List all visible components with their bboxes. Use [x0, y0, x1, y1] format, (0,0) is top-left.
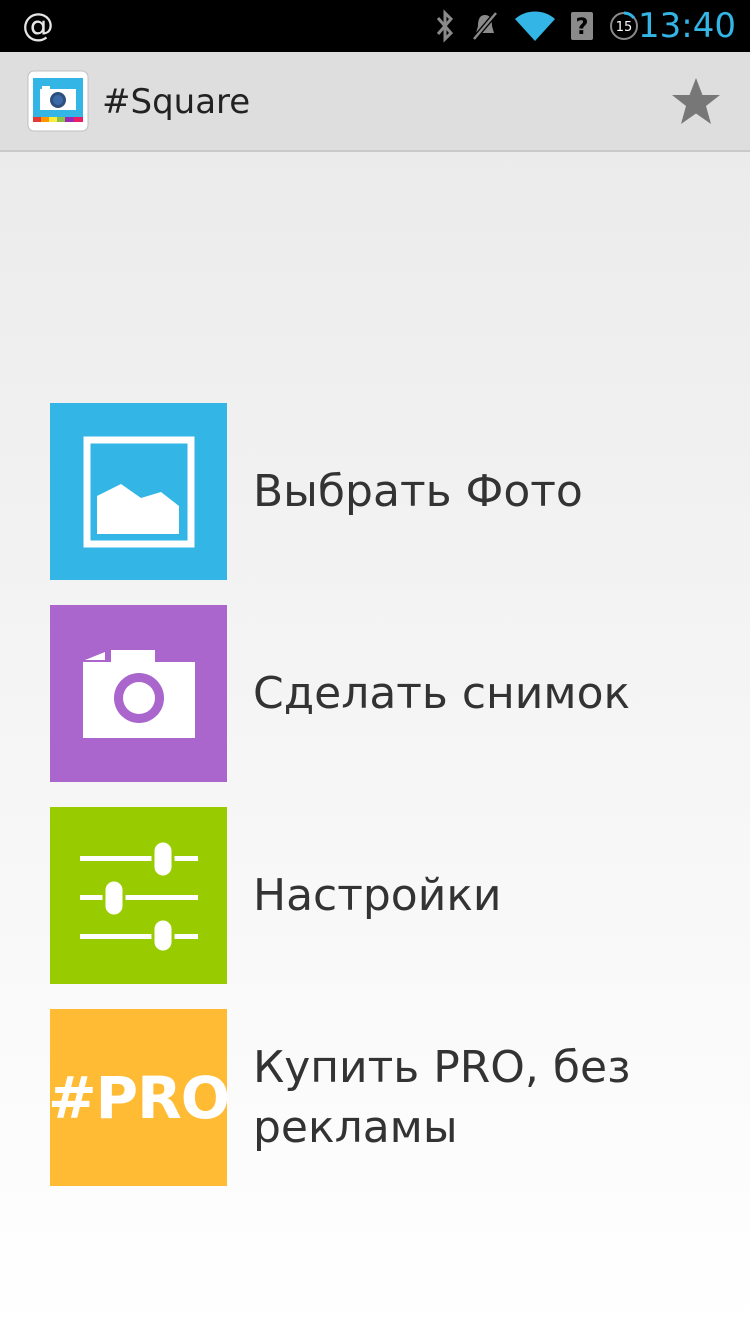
buy-pro-tile[interactable]: #PRO — [47, 1009, 230, 1186]
main-menu: Выбрать Фото Сделать снимок Настройки #P… — [47, 403, 730, 1211]
choose-photo-tile[interactable] — [50, 403, 227, 580]
camera-icon — [82, 649, 195, 738]
menu-item-buy-pro[interactable]: #PRO Купить PRO, без рекламы — [47, 1009, 730, 1186]
no-signal-icon: ? — [571, 12, 593, 40]
wifi-icon — [515, 11, 555, 41]
pro-badge: #PRO — [47, 1063, 230, 1132]
choose-photo-label: Выбрать Фото — [253, 465, 583, 517]
picture-icon — [83, 436, 194, 547]
clock: 13:40 — [638, 6, 736, 46]
svg-text:?: ? — [576, 15, 589, 40]
muted-icon — [472, 11, 498, 41]
take-photo-label: Сделать снимок — [253, 667, 631, 719]
battery-icon: 15 — [610, 11, 638, 40]
status-icons: ? 15 — [434, 8, 640, 44]
menu-item-take-photo[interactable]: Сделать снимок — [50, 605, 730, 782]
battery-level: 15 — [616, 20, 633, 35]
app-icon[interactable] — [27, 70, 89, 132]
menu-item-choose-photo[interactable]: Выбрать Фото — [50, 403, 730, 580]
sliders-icon — [79, 839, 198, 952]
take-photo-tile[interactable] — [50, 605, 227, 782]
status-bar: @ ? 15 13:40 — [0, 0, 750, 52]
bluetooth-icon — [436, 9, 454, 43]
action-bar: #Square — [0, 52, 750, 152]
star-icon[interactable] — [670, 76, 722, 128]
app-title: #Square — [102, 82, 251, 122]
buy-pro-label: Купить PRO, без рекламы — [253, 1041, 631, 1153]
settings-label: Настройки — [253, 869, 502, 921]
notification-at-icon: @ — [22, 6, 54, 44]
settings-tile[interactable] — [50, 807, 227, 984]
menu-item-settings[interactable]: Настройки — [50, 807, 730, 984]
